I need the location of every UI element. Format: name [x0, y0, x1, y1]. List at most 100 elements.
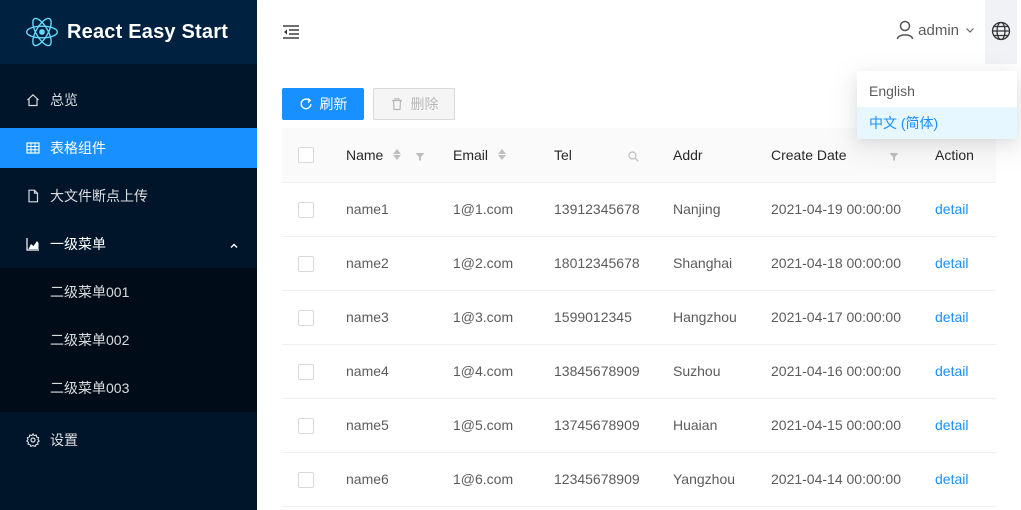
cell-addr: Yangzhou [657, 452, 755, 507]
detail-link[interactable]: detail [935, 309, 968, 325]
language-option-chinese[interactable]: 中文 (简体) [857, 107, 1017, 139]
cell-name: name2 [330, 236, 437, 291]
row-checkbox[interactable] [298, 471, 314, 488]
cell-tel: 12345678909 [538, 452, 657, 507]
refresh-button[interactable]: 刷新 [282, 88, 364, 120]
cell-addr: Suzhou [657, 344, 755, 399]
row-checkbox[interactable] [298, 417, 314, 434]
data-table: Name Email Tel Addr Create Date Action n… [282, 128, 996, 507]
cell-name: name4 [330, 344, 437, 399]
sidebar-item-level1-menu[interactable]: 一级菜单 [0, 224, 257, 264]
language-switch-button[interactable] [985, 0, 1017, 64]
cell-email: 1@2.com [437, 236, 538, 291]
username: admin [918, 21, 959, 39]
detail-link[interactable]: detail [935, 417, 968, 433]
sort-icon[interactable] [393, 149, 402, 161]
column-label: Email [453, 146, 489, 163]
app-title: React Easy Start [67, 20, 229, 43]
sidebar-submenu: 二级菜单001 二级菜单002 二级菜单003 [0, 268, 257, 412]
cell-tel: 1599012345 [538, 290, 657, 345]
row-checkbox[interactable] [298, 201, 314, 218]
globe-icon [991, 21, 1011, 44]
sidebar-item-label: 二级菜单002 [50, 332, 130, 348]
cell-date: 2021-04-16 00:00:00 [755, 344, 919, 399]
logo[interactable]: React Easy Start [0, 0, 257, 64]
column-header-tel[interactable]: Tel [538, 128, 657, 183]
row-checkbox[interactable] [298, 363, 314, 380]
detail-link[interactable]: detail [935, 201, 968, 217]
column-header-name[interactable]: Name [330, 128, 437, 183]
reload-icon [299, 97, 313, 111]
search-icon[interactable] [628, 149, 639, 165]
cell-name: name5 [330, 398, 437, 453]
cell-date: 2021-04-18 00:00:00 [755, 236, 919, 291]
sidebar-item-upload[interactable]: 大文件断点上传 [0, 176, 257, 216]
table-row: name6 1@6.com 12345678909 Yangzhou 2021-… [282, 452, 996, 507]
sidebar-item-label: 总览 [50, 92, 78, 108]
table-icon [26, 141, 40, 155]
table-row: name5 1@5.com 13745678909 Huaian 2021-04… [282, 398, 996, 453]
sidebar-item-label: 一级菜单 [50, 236, 106, 252]
delete-label: 删除 [410, 96, 439, 112]
filter-icon[interactable] [415, 149, 425, 165]
column-label: Name [346, 146, 384, 163]
gear-icon [26, 433, 40, 447]
cell-name: name6 [330, 452, 437, 507]
refresh-label: 刷新 [319, 96, 348, 112]
detail-link[interactable]: detail [935, 471, 968, 487]
cell-email: 1@5.com [437, 398, 538, 453]
sidebar-item-sub-003[interactable]: 二级菜单003 [0, 368, 257, 408]
language-dropdown: English 中文 (简体) [857, 71, 1017, 139]
table-row: name3 1@3.com 1599012345 Hangzhou 2021-0… [282, 290, 996, 345]
select-all-cell [282, 128, 330, 183]
sidebar-menu: 总览 表格组件 大文件断点上传 一级菜单 二级菜单001 二级菜单002 二级菜… [0, 80, 257, 468]
cell-email: 1@6.com [437, 452, 538, 507]
cell-email: 1@1.com [437, 182, 538, 237]
filter-icon[interactable] [889, 149, 899, 165]
cell-tel: 18012345678 [538, 236, 657, 291]
row-checkbox[interactable] [298, 255, 314, 272]
user-menu[interactable]: admin [896, 20, 975, 40]
sidebar-item-sub-001[interactable]: 二级菜单001 [0, 272, 257, 312]
sidebar-item-sub-002[interactable]: 二级菜单002 [0, 320, 257, 360]
detail-link[interactable]: detail [935, 363, 968, 379]
sidebar-item-settings[interactable]: 设置 [0, 420, 257, 460]
sidebar: React Easy Start 总览 表格组件 大文件断点上传 一级菜单 二级… [0, 0, 257, 510]
sidebar-item-label: 二级菜单003 [50, 380, 130, 396]
table-row: name2 1@2.com 18012345678 Shanghai 2021-… [282, 236, 996, 291]
menu-fold-icon[interactable] [281, 22, 301, 42]
select-all-checkbox[interactable] [298, 147, 314, 164]
cell-tel: 13745678909 [538, 398, 657, 453]
chevron-down-icon [965, 25, 975, 35]
sidebar-item-label: 大文件断点上传 [50, 188, 148, 204]
cell-date: 2021-04-17 00:00:00 [755, 290, 919, 345]
header: admin [257, 0, 1021, 64]
sidebar-item-label: 二级菜单001 [50, 284, 130, 300]
cell-addr: Hangzhou [657, 290, 755, 345]
sidebar-item-label: 设置 [50, 432, 78, 448]
cell-date: 2021-04-15 00:00:00 [755, 398, 919, 453]
column-label: Action [935, 146, 974, 163]
chevron-up-icon [229, 238, 239, 254]
sidebar-item-table[interactable]: 表格组件 [0, 128, 257, 168]
cell-addr: Huaian [657, 398, 755, 453]
row-checkbox[interactable] [298, 309, 314, 326]
cell-email: 1@4.com [437, 344, 538, 399]
column-header-addr[interactable]: Addr [657, 128, 755, 183]
column-label: Tel [554, 146, 572, 163]
cell-date: 2021-04-19 00:00:00 [755, 182, 919, 237]
language-option-english[interactable]: English [857, 75, 1017, 107]
cell-name: name3 [330, 290, 437, 345]
sort-icon[interactable] [498, 149, 507, 161]
detail-link[interactable]: detail [935, 255, 968, 271]
sidebar-item-label: 表格组件 [50, 140, 106, 156]
sidebar-item-overview[interactable]: 总览 [0, 80, 257, 120]
delete-button[interactable]: 删除 [373, 88, 455, 120]
column-label: Create Date [771, 146, 847, 163]
cell-date: 2021-04-14 00:00:00 [755, 452, 919, 507]
cell-addr: Nanjing [657, 182, 755, 237]
cell-addr: Shanghai [657, 236, 755, 291]
column-header-email[interactable]: Email [437, 128, 538, 183]
trash-icon [390, 97, 404, 111]
home-icon [26, 93, 40, 107]
